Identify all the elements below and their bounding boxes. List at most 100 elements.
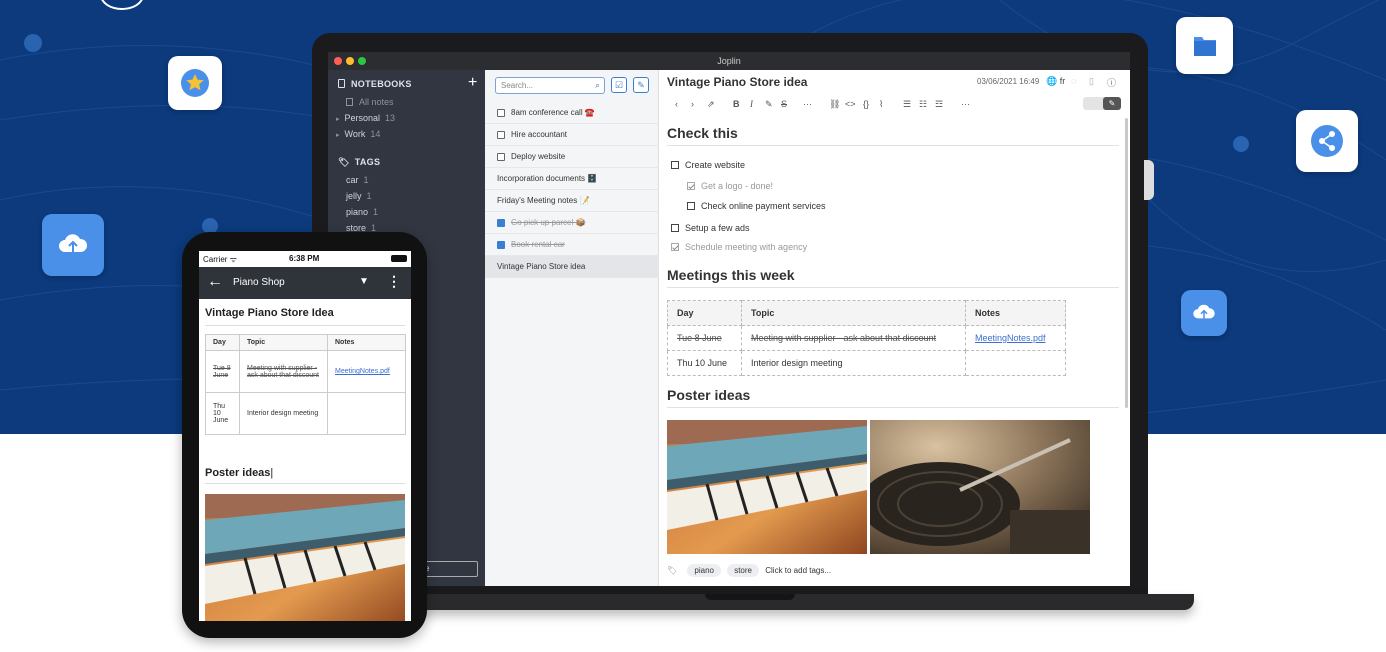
minimize-window-button[interactable] — [346, 57, 354, 65]
tag-icon: 🏷 — [338, 157, 350, 167]
list-item[interactable]: Incorporation documents 🗄️ — [485, 168, 659, 190]
more-icon[interactable]: ··· — [803, 99, 812, 109]
list-item[interactable]: Go pick up parcel 📦 — [485, 212, 659, 234]
phone-header: ← Piano Shop ▼ ⋮ — [199, 267, 411, 299]
cloud-upload-app-icon — [42, 214, 104, 276]
dropdown-icon[interactable]: ▼ — [359, 276, 369, 287]
numbered-list-icon[interactable]: ☷ — [919, 99, 927, 110]
checklist-item[interactable]: Get a logo - done! — [687, 181, 773, 191]
table-row: Tue 8 June Meeting with supplier - ask a… — [667, 325, 1066, 351]
layout-icon[interactable]: ▯ — [1089, 76, 1094, 87]
sidebar-item-all-notes[interactable]: All notes — [346, 97, 394, 107]
checkbox[interactable] — [687, 202, 695, 210]
external-edit-icon[interactable]: ⇗ — [707, 99, 715, 110]
new-todo-button[interactable]: ☑ — [611, 77, 627, 93]
forward-icon[interactable]: › — [691, 99, 694, 109]
table-row: Tue 8 June Meeting with supplier - ask a… — [205, 350, 406, 393]
checklist-item[interactable]: Schedule meeting with agency — [671, 242, 807, 252]
back-icon[interactable]: ‹ — [675, 99, 678, 109]
strikethrough-icon[interactable]: S — [781, 99, 787, 109]
checklist-item[interactable]: Setup a few ads — [671, 223, 750, 233]
todo-checkbox[interactable] — [497, 130, 505, 139]
attachment-link[interactable]: MeetingNotes.pdf — [335, 368, 390, 375]
more-options-icon[interactable]: ··· — [961, 99, 970, 109]
table-row: Thu 10 June Interior design meeting — [667, 350, 1066, 376]
share-icon — [1311, 125, 1343, 157]
list-item[interactable]: 8am conference call ☎️ — [485, 102, 659, 124]
list-item-selected[interactable]: Vintage Piano Store idea — [485, 256, 659, 278]
add-notebook-button[interactable]: + — [468, 75, 477, 91]
tags-header[interactable]: 🏷 TAGS — [338, 157, 380, 168]
checkbox[interactable] — [687, 182, 695, 190]
checkbox[interactable] — [671, 224, 679, 232]
checklist-label: Setup a few ads — [685, 223, 750, 233]
table-cell: Meeting with supplier - ask about that d… — [741, 325, 966, 351]
bold-icon[interactable]: B — [733, 99, 740, 109]
decor-dot — [1233, 136, 1249, 152]
editor-content[interactable]: Check this Create website Get a logo - d… — [667, 120, 1119, 560]
highlight-icon[interactable]: ✎ — [765, 99, 773, 110]
sidebar-tag-car[interactable]: car 1 — [346, 175, 369, 185]
list-item[interactable]: Hire accountant — [485, 124, 659, 146]
code-icon[interactable]: <> — [845, 99, 856, 109]
tag-count: 1 — [373, 207, 379, 217]
attachment-link[interactable]: MeetingNotes.pdf — [975, 333, 1046, 343]
close-window-button[interactable] — [334, 57, 342, 65]
attachment-icon[interactable]: ⌇ — [879, 99, 883, 110]
new-note-button[interactable]: ✎ — [633, 77, 649, 93]
table-header: Notes — [327, 334, 406, 351]
todo-checkbox[interactable] — [497, 240, 505, 249]
todo-checkbox[interactable] — [497, 152, 505, 161]
notebooks-header[interactable]: NOTEBOOKS — [338, 79, 412, 89]
phone-status-bar: Carrier ᯤ 6:38 PM — [199, 251, 411, 267]
code-block-icon[interactable]: {} — [863, 99, 869, 109]
zoom-window-button[interactable] — [358, 57, 366, 65]
rich-text-toggle-icon[interactable]: ✎ — [1103, 97, 1121, 110]
bullet-list-icon[interactable]: ☰ — [903, 99, 911, 110]
sidebar-tag-piano[interactable]: piano 1 — [346, 207, 378, 217]
search-icon: ⌕ — [594, 80, 600, 90]
note-tag[interactable]: store — [727, 564, 759, 577]
italic-icon[interactable]: I — [750, 99, 753, 109]
wifi-icon: ᯤ — [229, 255, 237, 264]
list-item[interactable]: Friday's Meeting notes 📝 — [485, 190, 659, 212]
note-tag[interactable]: piano — [687, 564, 721, 577]
phone-note-title[interactable]: Vintage Piano Store Idea — [205, 307, 405, 326]
text-cursor: | — [270, 467, 274, 479]
info-icon[interactable]: ⓘ — [1107, 76, 1116, 89]
add-tags-link[interactable]: Click to add tags... — [765, 566, 831, 575]
list-item[interactable]: Book rental car — [485, 234, 659, 256]
menu-icon[interactable]: ⋮ — [387, 273, 401, 290]
notebook-count: 13 — [385, 113, 396, 123]
cloud-icon — [1193, 304, 1215, 322]
sidebar-item-work[interactable]: ▸ Work 14 — [336, 129, 380, 139]
piano-picture — [205, 494, 405, 621]
list-item[interactable]: Deploy website — [485, 146, 659, 168]
turntable-image — [870, 420, 1090, 554]
heading-poster: Poster ideas — [667, 387, 1119, 408]
table-cell: Meeting with supplier - ask about that d… — [239, 350, 328, 393]
title-bar: Joplin — [328, 52, 1130, 70]
note-title-field[interactable]: Vintage Piano Store idea — [667, 75, 807, 89]
note-title: Friday's Meeting notes 📝 — [497, 196, 590, 205]
checklist-label: Check online payment services — [701, 201, 826, 211]
alarm-icon[interactable]: ◌ — [1071, 76, 1076, 86]
link-icon[interactable]: ⛓ — [829, 99, 840, 110]
table-header-row: Day Topic Notes — [205, 334, 406, 351]
checkbox[interactable] — [671, 243, 679, 251]
editor-scrollbar[interactable] — [1125, 118, 1128, 408]
checkbox[interactable] — [671, 161, 679, 169]
phone-poster-heading[interactable]: Poster ideas| — [205, 467, 405, 484]
language-selector[interactable]: 🌐 fr — [1046, 76, 1065, 87]
sidebar-item-personal[interactable]: ▸ Personal 13 — [336, 113, 395, 123]
phone-table: Day Topic Notes Tue 8 June Meeting with … — [205, 334, 406, 435]
checklist-icon[interactable]: ☲ — [935, 99, 943, 110]
todo-checkbox[interactable] — [497, 218, 505, 227]
back-arrow-icon[interactable]: ← — [207, 273, 223, 291]
checklist-item[interactable]: Check online payment services — [687, 201, 826, 211]
sidebar-tag-jelly[interactable]: jelly 1 — [346, 191, 372, 201]
todo-checkbox[interactable] — [497, 108, 505, 117]
carrier-text: Carrier — [203, 255, 228, 264]
checklist-item[interactable]: Create website — [671, 160, 745, 170]
search-input[interactable]: Search... ⌕ — [495, 77, 605, 94]
